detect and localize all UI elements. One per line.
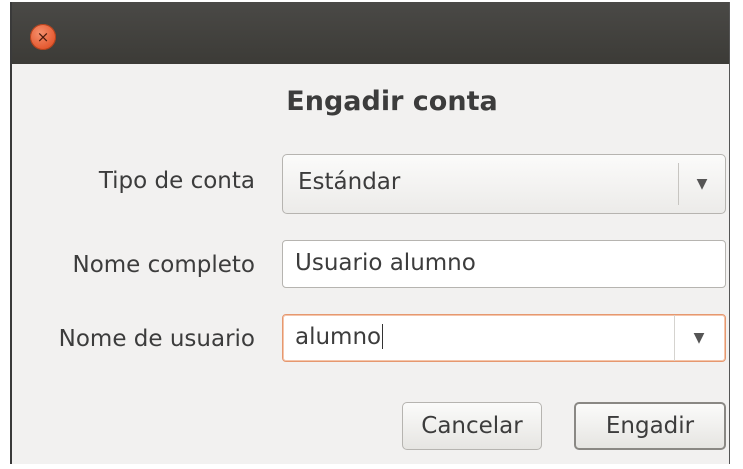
dialog-window: × Engadir conta Tipo de conta Estándar ▼… [10, 2, 730, 464]
full-name-value: Usuario alumno [295, 250, 476, 276]
cancel-button[interactable]: Cancelar [402, 402, 542, 450]
account-type-label: Tipo de conta [98, 168, 255, 194]
add-button[interactable]: Engadir [574, 402, 726, 450]
username-value: alumno [295, 324, 382, 350]
username-value-wrap: alumno [295, 324, 384, 350]
account-type-value: Estándar [298, 169, 401, 195]
full-name-field[interactable]: Usuario alumno [282, 240, 726, 288]
username-combo-entry[interactable]: alumno ▼ [282, 314, 726, 362]
chevron-down-icon[interactable]: ▼ [693, 175, 711, 193]
dropdown-separator [678, 163, 679, 205]
text-caret [382, 324, 384, 349]
username-label: Nome de usuario [58, 326, 255, 352]
close-icon[interactable]: × [30, 24, 56, 50]
entry-separator [674, 315, 675, 361]
account-type-dropdown[interactable]: Estándar ▼ [282, 154, 726, 214]
dialog-title: Engadir conta [286, 86, 498, 117]
full-name-label: Nome completo [72, 252, 256, 278]
chevron-down-icon[interactable]: ▼ [690, 329, 708, 347]
title-bar: × [12, 2, 729, 64]
